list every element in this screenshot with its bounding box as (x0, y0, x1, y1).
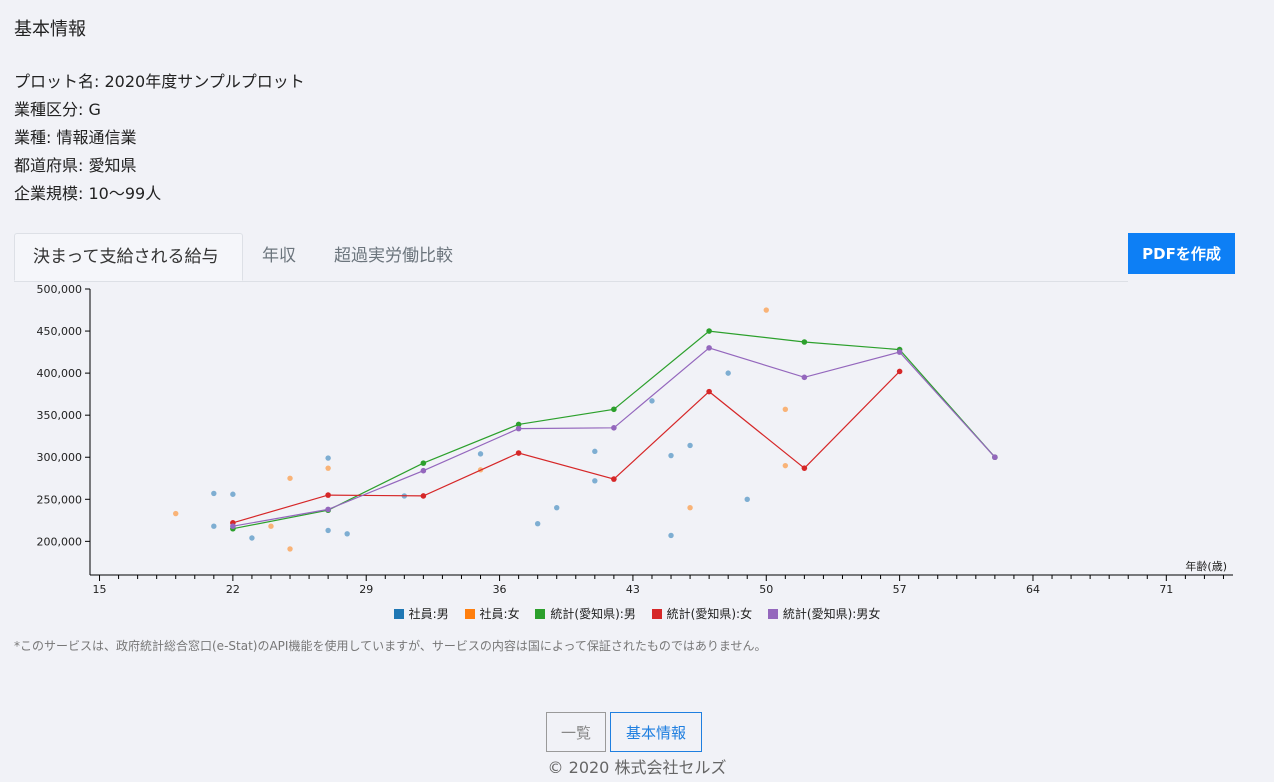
scatter-point (554, 505, 560, 511)
line-point (611, 406, 617, 413)
series-line (232, 347, 996, 527)
y-tick-label: 450,000 (37, 325, 83, 338)
y-tick-label: 350,000 (37, 409, 83, 422)
scatter-point (325, 527, 331, 534)
create-pdf-button[interactable]: PDFを作成 (1128, 233, 1235, 274)
scatter-point (173, 510, 179, 517)
y-tick-label: 200,000 (37, 535, 83, 548)
y-tick-label: 500,000 (37, 283, 83, 296)
x-tick-label: 15 (93, 583, 107, 596)
legend-label: 統計(愛知県):男女 (782, 607, 881, 621)
x-tick-label: 64 (1026, 583, 1040, 596)
line-point (611, 476, 617, 482)
legend-label: 統計(愛知県):男 (550, 607, 636, 621)
legend-label: 社員:男 (408, 607, 449, 621)
scatter-point (249, 535, 255, 541)
tab-overtime-comparison[interactable]: 超過実労働比較 (316, 233, 471, 281)
scatter-point (687, 505, 693, 511)
legend-label: 社員:女 (479, 607, 520, 621)
legend-item[interactable]: 統計(愛知県):男女 (767, 605, 881, 622)
legend-item[interactable]: 統計(愛知県):女 (651, 605, 753, 622)
line-point (325, 492, 331, 498)
x-tick-label: 71 (1159, 583, 1173, 596)
tab-regular-salary[interactable]: 決まって支給される給与 (14, 233, 243, 281)
x-tick-label: 29 (359, 583, 373, 596)
legend-swatch (464, 609, 475, 619)
line-point (801, 374, 808, 381)
legend-item[interactable]: 社員:男 (393, 605, 449, 622)
plot-info: プロット名: 2020年度サンプルプロット 業種区分: G 業種: 情報通信業 … (14, 68, 305, 208)
line-point (992, 454, 998, 461)
prefecture: 都道府県: 愛知県 (14, 156, 137, 175)
line-point (515, 425, 522, 432)
line-point (420, 467, 427, 474)
industry: 業種: 情報通信業 (14, 128, 137, 147)
y-tick-label: 400,000 (37, 367, 83, 380)
scatter-point (782, 462, 789, 469)
company-size: 企業規模: 10〜99人 (14, 184, 162, 203)
line-point (515, 450, 522, 456)
x-tick-label: 22 (226, 583, 240, 596)
footer-copyright: © 2020 株式会社セルズ (547, 758, 727, 777)
scatter-point (230, 491, 236, 497)
scatter-point (477, 451, 484, 457)
line-point (611, 424, 617, 431)
line-point (420, 460, 427, 466)
industry-category: 業種区分: G (14, 100, 101, 119)
scatter-point (725, 370, 731, 376)
scatter-point (211, 523, 217, 529)
scatter-point (325, 465, 331, 471)
line-point (896, 368, 903, 375)
list-button[interactable]: 一覧 (546, 712, 606, 752)
scatter-point (287, 475, 293, 481)
scatter-point (344, 531, 350, 537)
scatter-point (649, 398, 655, 404)
scatter-point (287, 546, 293, 552)
scatter-point (782, 406, 789, 412)
scatter-point (687, 442, 693, 449)
scatter-point (763, 307, 769, 313)
basic-info-button[interactable]: 基本情報 (610, 712, 702, 752)
x-tick-label: 50 (759, 583, 773, 596)
scatter-point (744, 496, 750, 502)
scatter-point (592, 448, 598, 455)
line-point (801, 465, 808, 471)
line-point (896, 349, 903, 355)
scatter-point (211, 490, 217, 497)
line-point (325, 506, 331, 513)
x-tick-label: 43 (626, 583, 640, 596)
legend-label: 統計(愛知県):女 (666, 607, 753, 621)
y-tick-label: 250,000 (37, 493, 83, 506)
line-point (706, 328, 712, 334)
disclaimer-note: *このサービスは、政府統計総合窓口(e-Stat)のAPI機能を使用していますが… (14, 639, 767, 653)
scatter-point (668, 452, 674, 459)
salary-chart: 200,000 250,000 300,000 350,000 400,000 450,0… (37, 283, 1233, 596)
scatter-point (668, 532, 674, 539)
x-tick-label: 57 (893, 583, 907, 596)
scatter-point (268, 523, 274, 529)
scatter-point (592, 478, 598, 484)
section-title: 基本情報 (14, 19, 86, 40)
x-axis-label: 年齢(歳) (1185, 559, 1227, 573)
legend-swatch (651, 609, 662, 619)
legend-swatch (535, 609, 546, 619)
scatter-point (325, 455, 331, 461)
legend-item[interactable]: 統計(愛知県):男 (535, 605, 636, 622)
series-line (232, 370, 901, 524)
legend-item[interactable]: 社員:女 (464, 605, 520, 622)
chart-legend: 社員:男 社員:女 統計(愛知県):男 統計(愛知県):女 統計(愛知県):男女 (0, 605, 1274, 622)
line-point (230, 523, 236, 530)
tab-annual-income[interactable]: 年収 (244, 233, 314, 281)
chart-tabs: 決まって支給される給与 年収 超過実労働比較 (14, 233, 1128, 282)
legend-swatch (393, 609, 404, 619)
line-point (801, 339, 808, 345)
line-point (420, 493, 427, 499)
line-point (706, 345, 712, 351)
x-tick-label: 36 (493, 583, 507, 596)
line-point (706, 388, 712, 395)
y-tick-label: 300,000 (37, 451, 83, 464)
scatter-point (534, 520, 541, 527)
plot-name: プロット名: 2020年度サンプルプロット (14, 72, 305, 91)
legend-swatch (767, 609, 778, 619)
